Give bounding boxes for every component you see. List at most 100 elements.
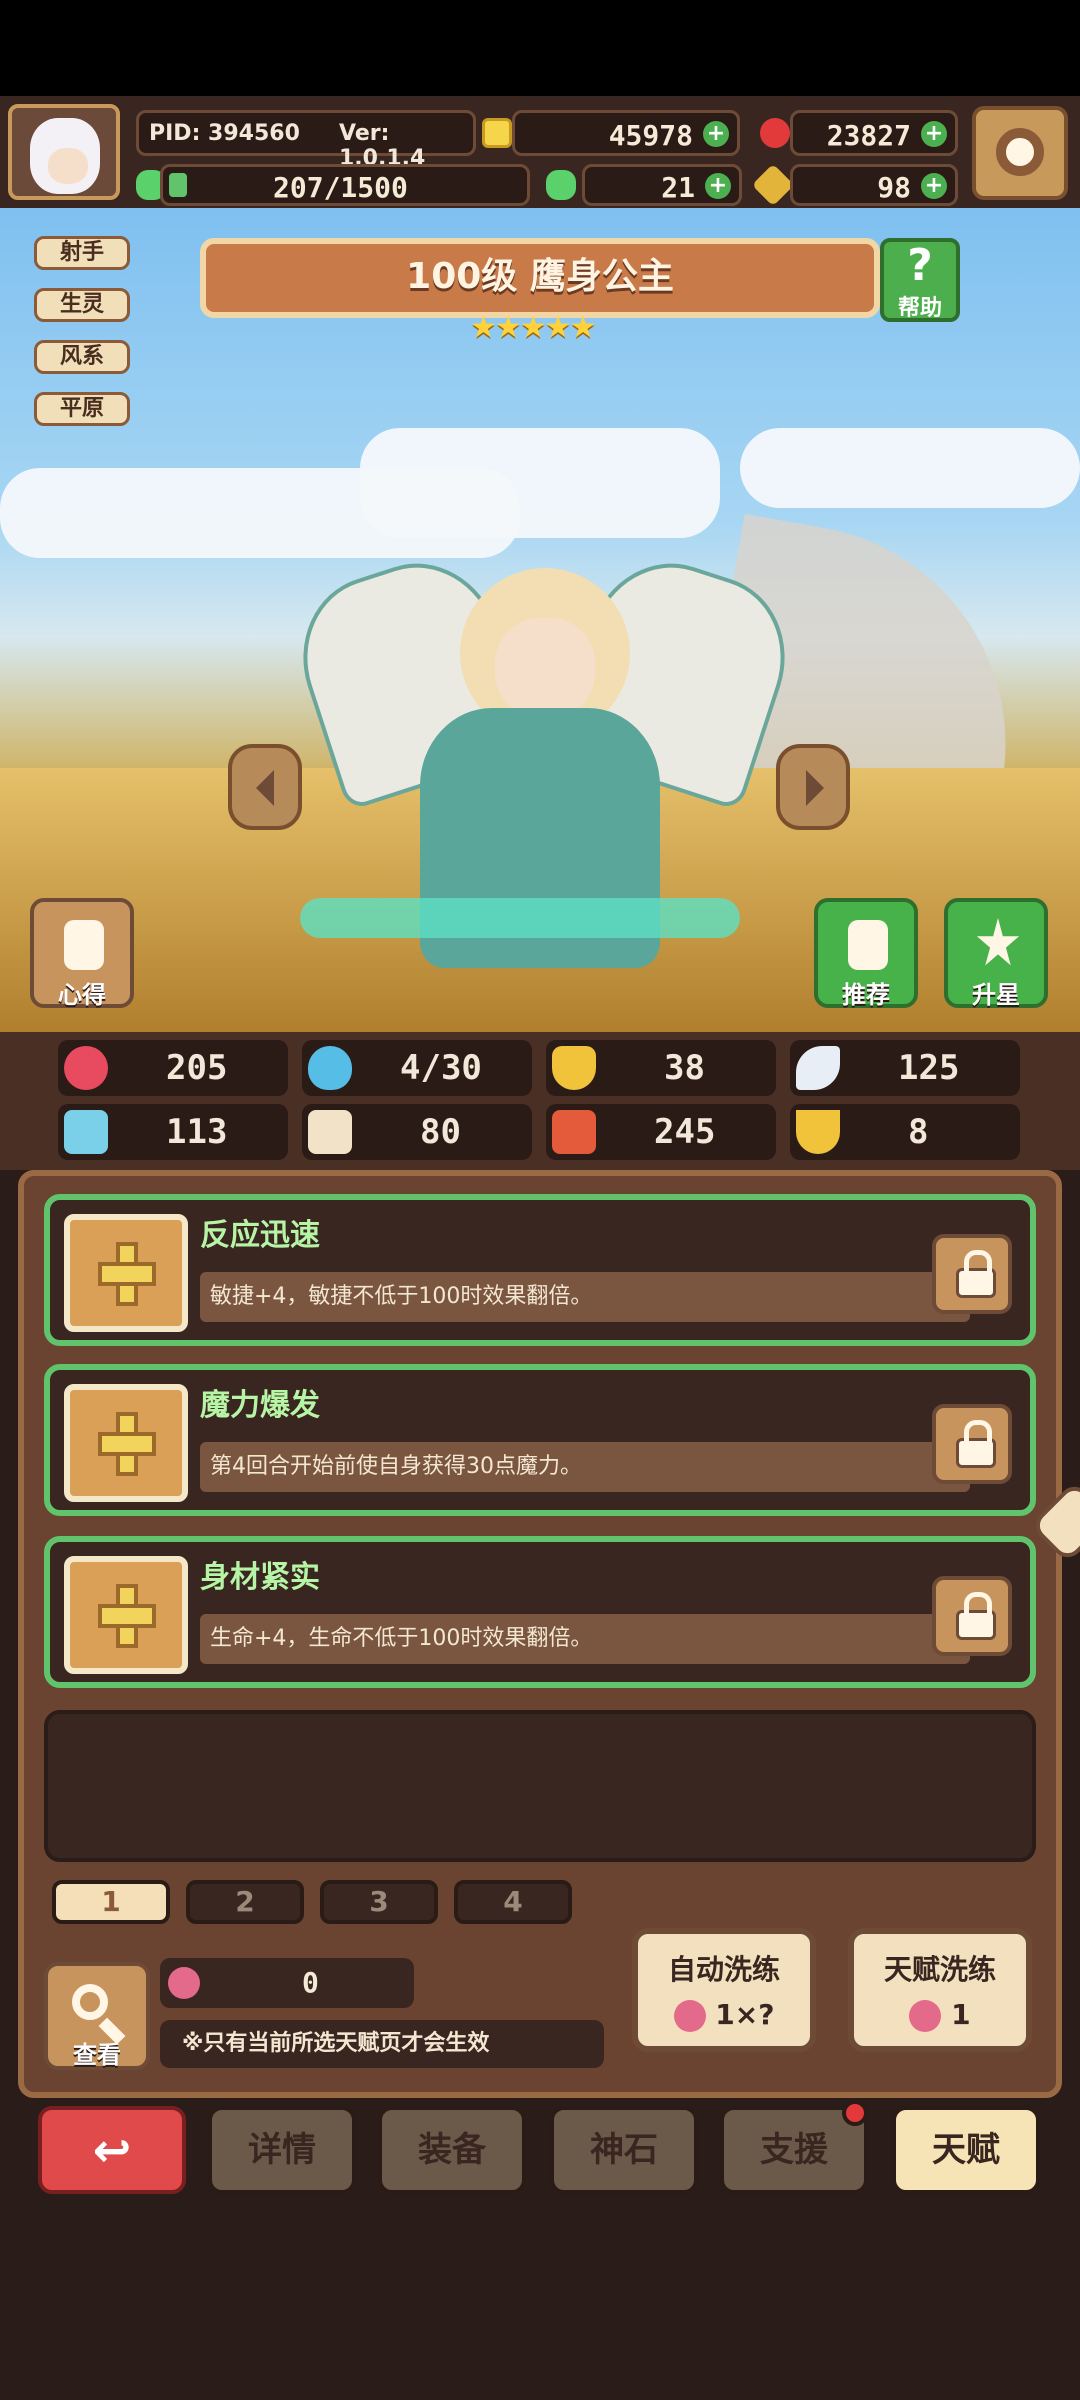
talent-header: 身材紧实 bbox=[200, 1552, 980, 1600]
help-label: 帮助 bbox=[897, 296, 942, 321]
cross-icon bbox=[98, 1412, 156, 1476]
stat-hp: 205 bbox=[58, 1040, 288, 1096]
prev-hero-button[interactable] bbox=[228, 744, 302, 830]
tag-wind: 风系 bbox=[34, 340, 130, 374]
recommend-label: 推荐 bbox=[842, 981, 890, 1009]
gem-icon bbox=[760, 118, 790, 148]
fruit-count-pill: 0 bbox=[160, 1958, 414, 2008]
star-icon bbox=[976, 918, 1020, 966]
talent-card[interactable]: 身材紧实 生命+4，生命不低于100时效果翻倍。 bbox=[44, 1536, 1036, 1688]
settings-gear-icon[interactable] bbox=[972, 106, 1068, 200]
talent-description: 生命+4，生命不低于100时效果翻倍。 bbox=[200, 1614, 970, 1664]
stat-agility-value: 125 bbox=[898, 1048, 960, 1088]
notification-dot bbox=[842, 2100, 868, 2126]
talent-page-tab-4[interactable]: 4 bbox=[454, 1880, 572, 1924]
flask-pill: 98 + bbox=[790, 164, 958, 206]
exp-bar: 207/1500 bbox=[160, 164, 530, 206]
tag-plains: 平原 bbox=[34, 392, 130, 426]
stat-agility: 125 bbox=[790, 1040, 1020, 1096]
talent-name: 魔力爆发 bbox=[200, 1388, 320, 1423]
stat-magic-value: 80 bbox=[420, 1112, 461, 1152]
recommend-button[interactable]: 推荐 bbox=[814, 898, 918, 1009]
undo-arrow-icon: ↩ bbox=[92, 2123, 132, 2177]
notes-icon bbox=[64, 920, 104, 970]
insight-button[interactable]: 心得 bbox=[30, 898, 134, 1009]
fruit-count: 0 bbox=[302, 1966, 319, 1999]
cross-icon bbox=[98, 1242, 156, 1306]
talent-icon bbox=[64, 1384, 188, 1502]
talent-icon bbox=[64, 1556, 188, 1674]
talent-card[interactable]: 反应迅速 敏捷+4，敏捷不低于100时效果翻倍。 bbox=[44, 1194, 1036, 1346]
nav-talent[interactable]: 天赋 bbox=[892, 2106, 1040, 2194]
cloud bbox=[360, 428, 720, 538]
auto-reroll-cost-row: 1×? bbox=[638, 1998, 810, 2032]
talent-page-note: ※只有当前所选天赋页才会生效 bbox=[160, 2020, 604, 2068]
add-coins-icon[interactable]: + bbox=[703, 121, 729, 147]
talent-page-tab-2[interactable]: 2 bbox=[186, 1880, 304, 1924]
stat-defense: 38 bbox=[546, 1040, 776, 1096]
chevron-left-icon bbox=[256, 770, 274, 806]
upgrade-star-button[interactable]: 升星 bbox=[944, 898, 1048, 1009]
lock-icon[interactable] bbox=[932, 1576, 1012, 1656]
pid-version-pill: PID: 394560 Ver: 1.0.1.4 bbox=[136, 110, 476, 171]
fist-icon bbox=[64, 1110, 108, 1154]
stat-mana-value: 4/30 bbox=[400, 1048, 482, 1088]
talent-header: 魔力爆发 bbox=[200, 1380, 980, 1428]
gem-count: 23827 bbox=[826, 119, 911, 152]
talent-description: 敏捷+4，敏捷不低于100时效果翻倍。 bbox=[200, 1272, 970, 1322]
help-button[interactable]: ? 帮助 bbox=[880, 238, 960, 322]
clover-pill: 21 + bbox=[582, 164, 742, 206]
lock-icon[interactable] bbox=[932, 1404, 1012, 1484]
status-bar bbox=[0, 0, 1080, 96]
nav-equipment[interactable]: 装备 bbox=[378, 2106, 526, 2194]
add-gems-icon[interactable]: + bbox=[921, 121, 947, 147]
player-avatar[interactable] bbox=[8, 104, 120, 200]
view-button[interactable]: 查看 bbox=[44, 1962, 150, 2070]
boot-icon bbox=[552, 1110, 596, 1154]
talent-page-tab-3[interactable]: 3 bbox=[320, 1880, 438, 1924]
question-icon: ? bbox=[907, 240, 933, 291]
hero-stars: ★★★★★ bbox=[470, 310, 596, 345]
auto-reroll-cost: 1×? bbox=[715, 1998, 775, 2031]
gem-pill: 23827 + bbox=[790, 110, 958, 156]
talent-reroll-button[interactable]: 天赋洗练 1 bbox=[848, 1928, 1032, 2052]
talent-page-tab-1[interactable]: 1 bbox=[52, 1880, 170, 1924]
next-hero-button[interactable] bbox=[776, 744, 850, 830]
clover-count: 21 bbox=[661, 171, 695, 204]
exp-text: 207/1500 bbox=[273, 171, 408, 204]
clover-icon bbox=[546, 170, 576, 200]
upgrade-star-label: 升星 bbox=[972, 981, 1020, 1009]
back-button[interactable]: ↩ bbox=[38, 2106, 186, 2194]
pid-text: PID: 394560 bbox=[149, 121, 300, 146]
heart-icon bbox=[64, 1046, 108, 1090]
drop-icon bbox=[308, 1046, 352, 1090]
view-label: 查看 bbox=[73, 2041, 121, 2069]
talent-card[interactable]: 魔力爆发 第4回合开始前使自身获得30点魔力。 bbox=[44, 1364, 1036, 1516]
stat-speed: 245 bbox=[546, 1104, 776, 1160]
horseshoe-icon bbox=[796, 1110, 840, 1154]
talent-reroll-title: 天赋洗练 bbox=[883, 1953, 996, 1986]
add-clover-icon[interactable]: + bbox=[705, 173, 731, 199]
nav-divine-stone[interactable]: 神石 bbox=[550, 2106, 698, 2194]
exp-fill bbox=[169, 173, 187, 197]
wind-effect bbox=[300, 898, 740, 938]
add-flask-icon[interactable]: + bbox=[921, 173, 947, 199]
auto-reroll-title: 自动洗练 bbox=[667, 1953, 780, 1986]
lock-icon[interactable] bbox=[932, 1234, 1012, 1314]
talent-description: 第4回合开始前使自身获得30点魔力。 bbox=[200, 1442, 970, 1492]
talent-header: 反应迅速 bbox=[200, 1210, 980, 1258]
hero-face bbox=[495, 618, 595, 718]
stat-luck-value: 8 bbox=[908, 1112, 929, 1152]
stat-magic: 80 bbox=[302, 1104, 532, 1160]
cloud bbox=[740, 428, 1080, 508]
wing-icon bbox=[796, 1046, 840, 1090]
tag-archer: 射手 bbox=[34, 236, 130, 270]
empty-talent-slot bbox=[44, 1710, 1036, 1862]
thumbs-up-icon bbox=[848, 920, 888, 970]
talent-name: 身材紧实 bbox=[200, 1560, 320, 1595]
stat-hp-value: 205 bbox=[166, 1048, 228, 1088]
fruit-icon bbox=[168, 1967, 200, 1999]
auto-reroll-button[interactable]: 自动洗练 1×? bbox=[632, 1928, 816, 2052]
nav-details[interactable]: 详情 bbox=[208, 2106, 356, 2194]
talent-name: 反应迅速 bbox=[200, 1218, 320, 1253]
